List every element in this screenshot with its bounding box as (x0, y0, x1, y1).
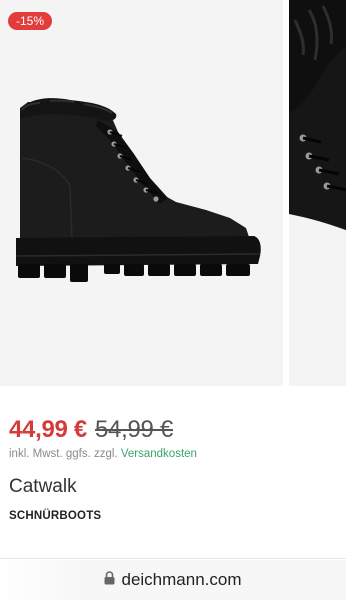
vat-note-text: inkl. Mwst. ggfs. zzgl. (9, 448, 121, 460)
browser-address-bar[interactable]: deichmann.com (0, 560, 346, 600)
shipping-costs-link[interactable]: Versandkosten (121, 448, 197, 460)
product-category: SCHNÜRBOOTS (9, 510, 102, 522)
product-brand[interactable]: Catwalk (9, 476, 77, 498)
price-old: 54,99 € (94, 416, 173, 443)
discount-badge: -15% (8, 12, 53, 30)
product-boot-image (15, 98, 261, 282)
url-text: deichmann.com (121, 570, 242, 589)
product-boot-image-closeup (289, 0, 346, 231)
price-row: 44,99 € 54,99 € (9, 416, 173, 444)
product-image-gallery[interactable]: -15% (0, 0, 346, 386)
address-bar-fade (0, 560, 80, 600)
divider (0, 558, 346, 559)
vat-note: inkl. Mwst. ggfs. zzgl. Versandkosten (9, 448, 197, 460)
product-image-slide-next[interactable] (289, 0, 346, 386)
price-current: 44,99 € (9, 416, 87, 443)
lock-icon (104, 570, 115, 590)
product-image-slide[interactable]: -15% (0, 0, 283, 386)
